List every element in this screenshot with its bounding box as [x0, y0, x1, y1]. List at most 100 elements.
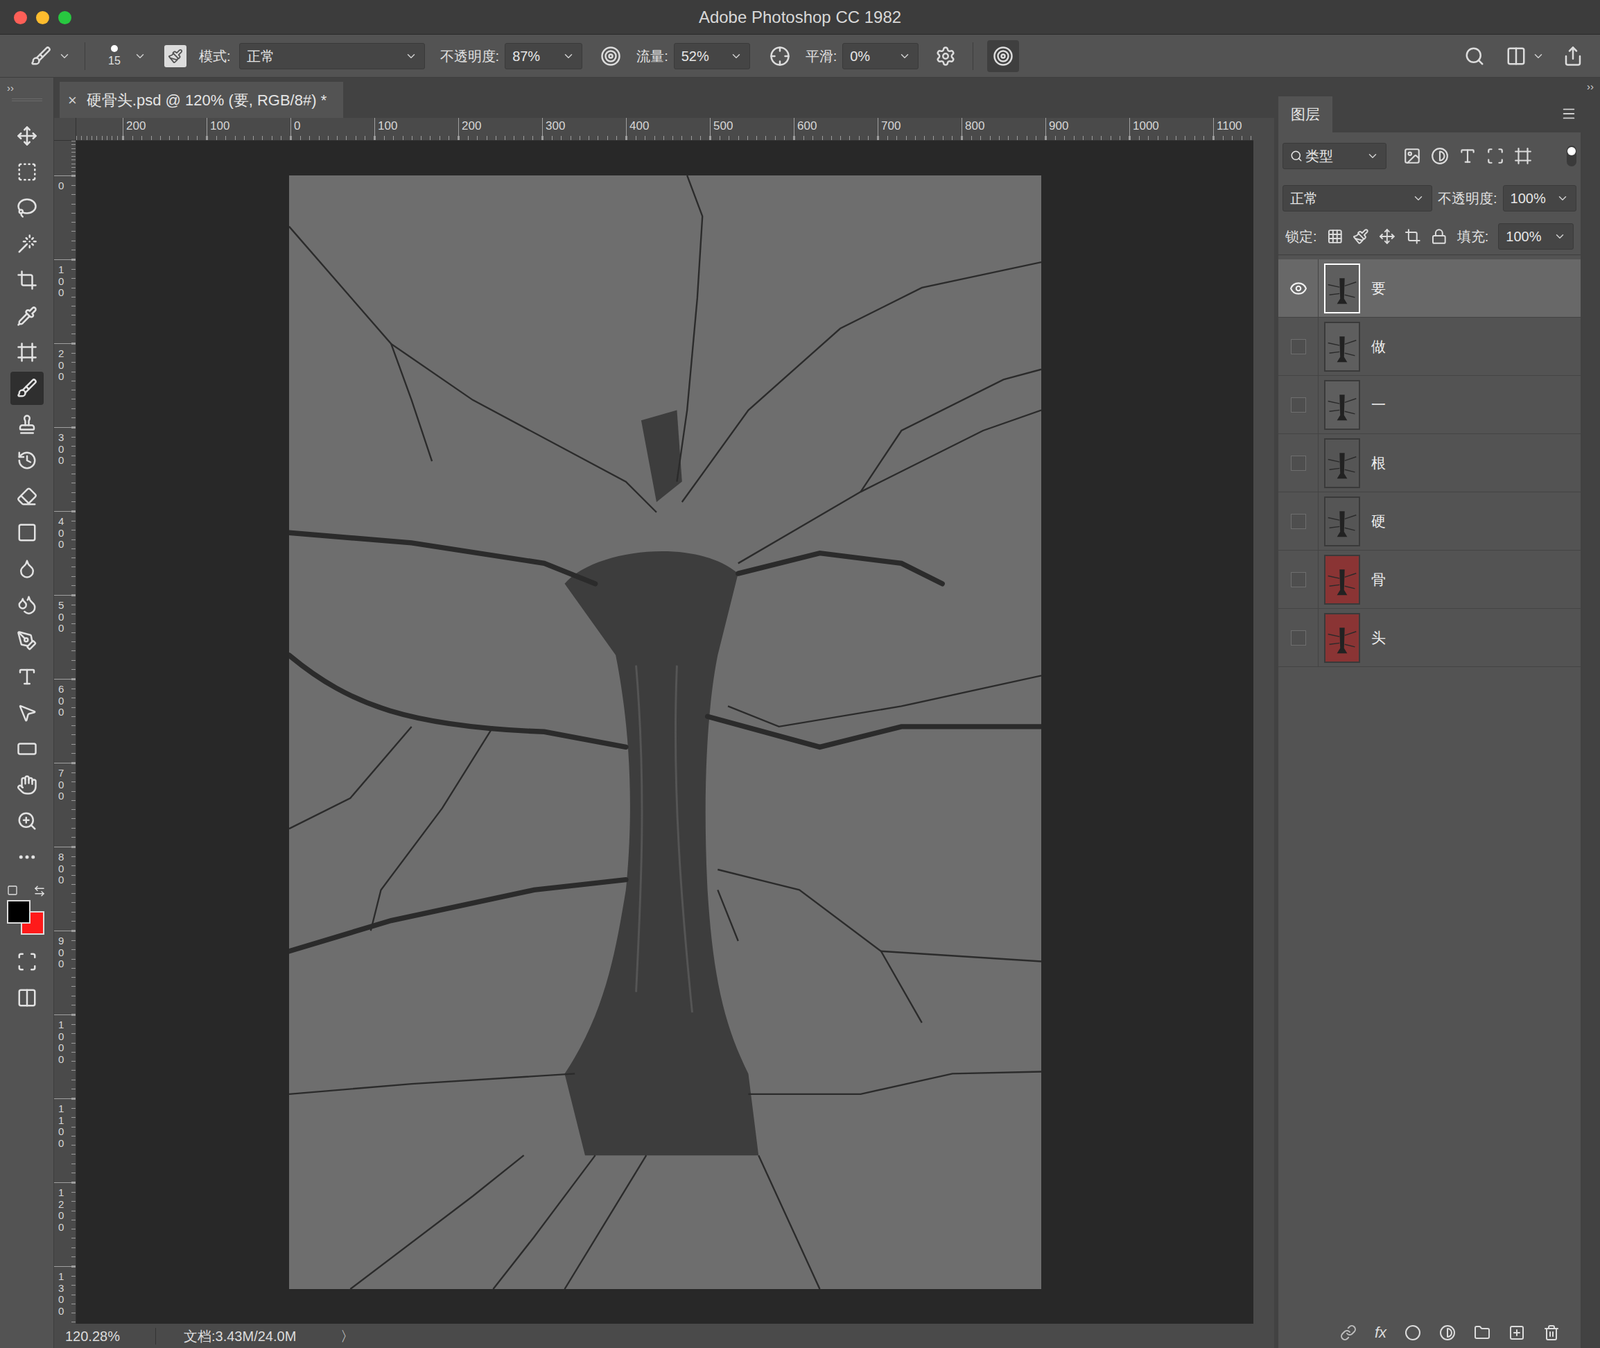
opacity-field[interactable]: 87%: [504, 42, 583, 70]
layer-name[interactable]: 根: [1371, 451, 1386, 475]
flow-field[interactable]: 52%: [673, 42, 751, 70]
smart-object-filter-icon[interactable]: [1514, 146, 1533, 165]
mask-icon[interactable]: [1404, 1324, 1422, 1341]
share-icon[interactable]: [1562, 45, 1584, 67]
type-filter-icon[interactable]: [1458, 146, 1477, 165]
pixel-filter-icon[interactable]: [1403, 146, 1422, 165]
brush-size[interactable]: 15: [101, 45, 127, 68]
smoothing-field[interactable]: 0%: [842, 42, 919, 70]
search-icon[interactable]: [1464, 45, 1485, 67]
tool-button[interactable]: [10, 696, 44, 730]
tool-button[interactable]: [10, 335, 44, 369]
layer-name[interactable]: 硬: [1371, 510, 1386, 533]
tool-button[interactable]: [10, 155, 44, 189]
toolbar-grip[interactable]: [11, 98, 43, 102]
filter-toggle[interactable]: [1566, 145, 1577, 167]
pressure-opacity-icon[interactable]: [600, 45, 622, 67]
shape-filter-icon[interactable]: [1486, 146, 1505, 165]
trash-icon[interactable]: [1543, 1324, 1560, 1341]
filter-select[interactable]: 类型: [1282, 142, 1387, 170]
layer-row[interactable]: 一: [1278, 375, 1581, 434]
brush-tool-icon[interactable]: [30, 45, 52, 67]
lock-all-icon[interactable]: [1430, 228, 1448, 245]
layer-name[interactable]: 一: [1371, 393, 1386, 416]
lock-pixels-icon[interactable]: [1352, 228, 1370, 245]
layer-row[interactable]: 要: [1278, 259, 1581, 318]
tool-button[interactable]: [10, 443, 44, 477]
lock-artboard-icon[interactable]: [1404, 228, 1422, 245]
toolbar-collapse[interactable]: ››: [0, 77, 54, 99]
layer-name[interactable]: 头: [1371, 626, 1386, 649]
minimize-button[interactable]: [36, 11, 50, 25]
fill-field[interactable]: 100%: [1498, 223, 1574, 250]
canvas[interactable]: [76, 140, 1254, 1324]
layer-name[interactable]: 做: [1371, 335, 1386, 358]
visibility-toggle[interactable]: [1278, 492, 1319, 550]
zoom-level[interactable]: 120.28%: [65, 1325, 142, 1347]
layer-name[interactable]: 骨: [1371, 568, 1386, 591]
default-colors-icon[interactable]: [6, 884, 19, 896]
swap-colors-icon[interactable]: [33, 884, 46, 898]
visibility-toggle[interactable]: [1278, 317, 1319, 376]
foreground-color[interactable]: [6, 899, 31, 924]
screen-mode-icon[interactable]: [16, 987, 38, 1008]
chevron-down-icon[interactable]: [58, 49, 71, 63]
brush-settings-button[interactable]: [164, 45, 187, 68]
tool-button[interactable]: [10, 768, 44, 802]
chevron-down-icon[interactable]: [133, 49, 147, 63]
tool-button[interactable]: [10, 263, 44, 297]
fx-button[interactable]: fx: [1374, 1320, 1387, 1344]
tool-button[interactable]: [10, 623, 44, 658]
tool-button[interactable]: [10, 227, 44, 261]
lock-transparent-icon[interactable]: [1326, 228, 1344, 245]
new-layer-icon[interactable]: [1508, 1324, 1526, 1341]
tool-button[interactable]: [10, 191, 44, 225]
tool-button[interactable]: [10, 299, 44, 333]
gear-icon[interactable]: [935, 45, 956, 67]
visibility-toggle[interactable]: [1278, 433, 1319, 492]
tool-button[interactable]: [10, 371, 44, 405]
panel-menu-icon[interactable]: [1561, 106, 1577, 122]
close-button[interactable]: [13, 11, 28, 25]
layers-tab[interactable]: 图层: [1278, 96, 1333, 133]
dock-collapse[interactable]: ››: [1586, 79, 1594, 1348]
airbrush-icon[interactable]: [769, 45, 791, 67]
visibility-toggle[interactable]: [1278, 259, 1319, 317]
tool-button[interactable]: [10, 515, 44, 550]
layer-row[interactable]: 做: [1278, 317, 1581, 376]
tool-button[interactable]: [10, 659, 44, 694]
layer-row[interactable]: 根: [1278, 433, 1581, 493]
layer-name[interactable]: 要: [1371, 277, 1386, 300]
artwork[interactable]: [289, 175, 1042, 1289]
visibility-toggle[interactable]: [1278, 375, 1319, 434]
scrollbar[interactable]: [1253, 140, 1275, 1324]
tool-button[interactable]: [10, 840, 44, 874]
blend-mode-select[interactable]: 正常: [1282, 185, 1433, 212]
document-tab[interactable]: ×硬骨头.psd @ 120% (要, RGB/8#) *: [59, 81, 344, 118]
tool-button[interactable]: [10, 479, 44, 513]
mode-select[interactable]: 正常: [239, 42, 425, 70]
tool-button[interactable]: [10, 119, 44, 153]
status-arrow[interactable]: 〉: [340, 1325, 355, 1347]
lock-position-icon[interactable]: [1378, 228, 1396, 245]
tool-button[interactable]: [10, 804, 44, 838]
opacity-field[interactable]: 100%: [1502, 185, 1577, 212]
quick-mask-icon[interactable]: [16, 951, 38, 972]
tool-button[interactable]: [10, 551, 44, 586]
color-swatches[interactable]: [5, 884, 49, 934]
adjustment-icon[interactable]: [1439, 1324, 1456, 1341]
layer-row[interactable]: 头: [1278, 608, 1581, 667]
tool-button[interactable]: [10, 407, 44, 441]
workspace-icon[interactable]: [1505, 45, 1527, 67]
chevron-down-icon[interactable]: [1532, 49, 1545, 63]
link-icon[interactable]: [1340, 1324, 1357, 1341]
layer-row[interactable]: 骨: [1278, 550, 1581, 609]
visibility-toggle[interactable]: [1278, 550, 1319, 608]
folder-icon[interactable]: [1473, 1324, 1491, 1341]
maximize-button[interactable]: [58, 11, 72, 25]
symmetry-button[interactable]: [987, 40, 1020, 73]
tool-button[interactable]: [10, 587, 44, 622]
layer-row[interactable]: 硬: [1278, 492, 1581, 551]
adjustment-filter-icon[interactable]: [1430, 146, 1449, 165]
visibility-toggle[interactable]: [1278, 608, 1319, 667]
